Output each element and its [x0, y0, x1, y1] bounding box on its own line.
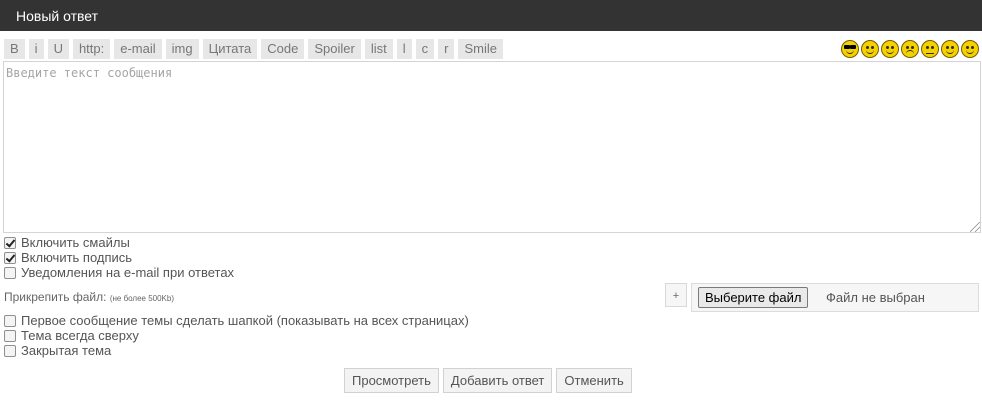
align-center-button[interactable]: c — [415, 39, 435, 59]
email-notify-checkbox[interactable] — [4, 266, 16, 279]
email-notify-option[interactable]: Уведомления на e-mail при ответах — [4, 265, 234, 280]
quote-button[interactable]: Цитата — [202, 39, 258, 59]
spoiler-button[interactable]: Spoiler — [308, 39, 361, 59]
cancel-button[interactable]: Отменить — [556, 368, 632, 393]
attach-file-hint: (не более 500Kb) — [109, 294, 175, 303]
link-button[interactable]: http: — [72, 39, 111, 59]
add-file-button[interactable]: + — [665, 283, 687, 307]
message-input[interactable] — [3, 61, 981, 233]
enable-signature-label: Включить подпись — [21, 250, 133, 265]
image-button[interactable]: img — [165, 39, 199, 59]
email-notify-label: Уведомления на e-mail при ответах — [21, 265, 235, 280]
form-actions: Просмотреть Добавить ответ Отменить — [344, 368, 632, 393]
sticky-topic-label: Тема всегда сверху — [21, 328, 139, 343]
italic-button[interactable]: i — [28, 39, 44, 59]
smile-button[interactable]: Smile — [458, 39, 503, 59]
bold-button[interactable]: B — [4, 39, 25, 59]
smiley-bar — [841, 40, 979, 58]
pin-first-post-checkbox[interactable] — [4, 314, 16, 327]
cool-smiley-icon[interactable] — [841, 40, 859, 58]
choose-file-button[interactable]: Выберите файл — [698, 287, 809, 308]
enable-smileys-option[interactable]: Включить смайлы — [4, 235, 130, 250]
enable-signature-checkbox[interactable] — [4, 251, 16, 264]
smile-smiley-icon[interactable] — [881, 40, 899, 58]
list-button[interactable]: list — [364, 39, 393, 59]
rolleyes-smiley-icon[interactable] — [941, 40, 959, 58]
attach-file-label: Прикрепить файл: (не более 500Kb) — [4, 290, 174, 304]
confused-smiley-icon[interactable] — [921, 40, 939, 58]
enable-smileys-label: Включить смайлы — [21, 235, 130, 250]
resize-handle[interactable] — [970, 222, 980, 232]
code-button[interactable]: Code — [261, 39, 305, 59]
sticky-topic-option[interactable]: Тема всегда сверху — [4, 328, 139, 343]
closed-topic-checkbox[interactable] — [4, 344, 16, 357]
enable-signature-option[interactable]: Включить подпись — [4, 250, 132, 265]
file-status-text: Файл не выбран — [826, 290, 925, 305]
wink-smiley-icon[interactable] — [861, 40, 879, 58]
align-left-button[interactable]: l — [396, 39, 412, 59]
form-title: Новый ответ — [16, 8, 99, 24]
attach-file-text: Прикрепить файл: — [4, 290, 107, 304]
pin-first-post-option[interactable]: Первое сообщение темы сделать шапкой (по… — [4, 313, 469, 328]
closed-topic-option[interactable]: Закрытая тема — [4, 343, 111, 358]
align-right-button[interactable]: r — [438, 39, 455, 59]
file-input: Выберите файл Файл не выбран — [691, 283, 979, 312]
underline-button[interactable]: U — [47, 39, 69, 59]
happy-smiley-icon[interactable] — [961, 40, 979, 58]
submit-reply-button[interactable]: Добавить ответ — [442, 368, 553, 393]
email-button[interactable]: e-mail — [114, 39, 162, 59]
sad-smiley-icon[interactable] — [901, 40, 919, 58]
preview-button[interactable]: Просмотреть — [344, 368, 439, 393]
form-header: Новый ответ — [0, 0, 982, 31]
closed-topic-label: Закрытая тема — [21, 343, 112, 358]
formatting-toolbar: B i U http: e-mail img Цитата Code Spoil… — [4, 39, 503, 59]
pin-first-post-label: Первое сообщение темы сделать шапкой (по… — [21, 313, 469, 328]
sticky-topic-checkbox[interactable] — [4, 329, 16, 342]
enable-smileys-checkbox[interactable] — [4, 236, 16, 249]
